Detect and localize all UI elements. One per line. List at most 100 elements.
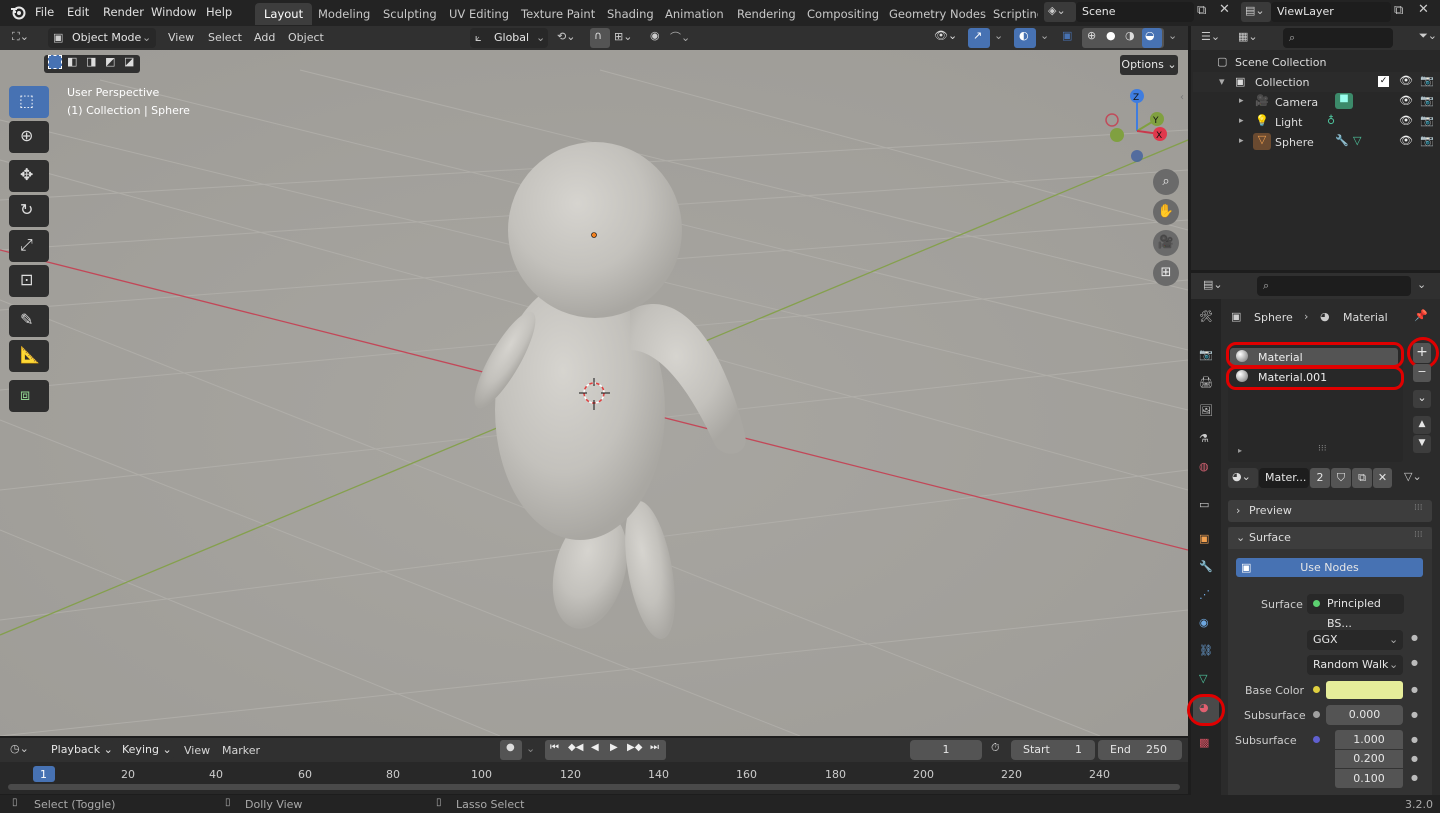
ortho-grid-icon[interactable]: ⊞	[1153, 260, 1179, 286]
gizmo-dropdown-icon[interactable]: ⌄	[994, 29, 1003, 42]
pin-icon[interactable]: 📌	[1414, 309, 1428, 322]
expand-arrow-icon[interactable]: ▾	[1219, 75, 1225, 88]
light-data-icon[interactable]: ♁	[1327, 114, 1335, 127]
outliner-row-sphere[interactable]: ▸ ▽ Sphere 🔧 ▽ 👁 📷	[1193, 132, 1440, 152]
subsurface-value-field[interactable]: 0.000	[1326, 705, 1403, 725]
fake-user-button[interactable]: ⛉	[1331, 468, 1351, 488]
navigation-gizmo[interactable]: Z Y X	[1102, 86, 1172, 166]
filter-icon[interactable]: ⏷⌄	[1419, 29, 1437, 43]
select-new-icon[interactable]	[48, 55, 62, 69]
radius-y-keyframe-dot[interactable]: ●	[1411, 754, 1418, 763]
unlink-material-button[interactable]: ✕	[1373, 468, 1392, 488]
select-box-tool[interactable]: ⬚	[9, 86, 49, 118]
end-frame-field[interactable]: End 250	[1098, 740, 1182, 760]
tab-rendering[interactable]: Rendering	[728, 3, 805, 25]
annotate-tool[interactable]: ✎	[9, 305, 49, 337]
outliner-row-camera[interactable]: ▸ 🎥 Camera ■ 👁 📷	[1193, 92, 1440, 112]
subsurface-radius-y-field[interactable]: 0.200	[1335, 750, 1403, 768]
remove-material-slot-button[interactable]: −	[1413, 364, 1431, 382]
tab-physics[interactable]: ◉	[1193, 612, 1219, 638]
add-cube-tool[interactable]: ⧈	[9, 380, 49, 412]
xray-icon[interactable]: ▣	[1062, 29, 1072, 42]
move-slot-up-button[interactable]: ▲	[1413, 416, 1431, 434]
delete-view-layer-icon[interactable]: ✕	[1418, 2, 1429, 17]
scene-selector-button[interactable]: ◈⌄	[1044, 2, 1076, 22]
tab-output[interactable]: 🖨	[1193, 372, 1219, 398]
select-intersect-icon[interactable]: ◪	[124, 55, 134, 68]
solid-shading-icon[interactable]: ●	[1106, 29, 1116, 42]
subsurface-method-dropdown[interactable]: Random Walk ⌄	[1307, 655, 1403, 675]
delete-scene-icon[interactable]: ✕	[1219, 2, 1230, 17]
properties-editor-type-icon[interactable]: ▤⌄	[1203, 278, 1223, 291]
start-frame-field[interactable]: Start 1	[1011, 740, 1095, 760]
surface-shader-selector[interactable]: Principled BS...	[1307, 594, 1404, 630]
list-expand-icon[interactable]: ▸	[1238, 446, 1242, 455]
base-color-socket-icon[interactable]	[1313, 686, 1320, 693]
outliner-row-collection[interactable]: ▾ ▣ Collection ✓ 👁 📷	[1193, 72, 1440, 92]
menu-render[interactable]: Render	[103, 5, 144, 19]
distribution-keyframe-dot[interactable]: ●	[1411, 633, 1418, 642]
radius-x-keyframe-dot[interactable]: ●	[1411, 735, 1418, 744]
camera-view-icon[interactable]: 🎥	[1153, 230, 1179, 256]
3d-viewport[interactable]: User Perspective (1) Collection | Sphere…	[0, 50, 1188, 736]
base-color-swatch[interactable]	[1326, 681, 1403, 699]
subsurface-keyframe-dot[interactable]: ●	[1411, 710, 1418, 719]
outliner-search-input[interactable]: ⌕	[1283, 28, 1393, 48]
timeline-menu-marker[interactable]: Marker	[222, 744, 260, 757]
stopwatch-icon[interactable]: ⏱	[991, 741, 1000, 755]
zoom-icon[interactable]: ⌕	[1153, 169, 1179, 195]
outliner-row-light[interactable]: ▸ 💡 Light ♁ 👁 📷	[1193, 112, 1440, 132]
timeline-menu-view[interactable]: View	[184, 744, 210, 757]
menu-help[interactable]: Help	[206, 5, 232, 19]
use-nodes-button[interactable]: ▣ Use Nodes	[1236, 558, 1423, 577]
render-camera-icon[interactable]: 📷	[1420, 74, 1434, 87]
tab-tool[interactable]: 🛠	[1193, 306, 1219, 332]
jump-keyframe-forward-icon[interactable]: ▶◆	[627, 742, 642, 753]
slot-specials-button[interactable]: ⌄	[1413, 390, 1431, 408]
new-scene-icon[interactable]: ⧉	[1197, 3, 1206, 18]
menu-file[interactable]: File	[35, 5, 54, 19]
distribution-dropdown[interactable]: GGX ⌄	[1307, 630, 1403, 650]
subsurface-radius-z-field[interactable]: 0.100	[1335, 769, 1403, 788]
playback-menu[interactable]: Playback ⌄	[45, 740, 115, 760]
modifier-wrench-icon[interactable]: 🔧	[1335, 134, 1349, 147]
tab-scripting[interactable]: Scripting	[984, 3, 1038, 25]
tab-compositing[interactable]: Compositing	[798, 3, 888, 25]
shading-dropdown-icon[interactable]: ⌄	[1168, 29, 1177, 42]
camera-data-icon[interactable]: ■	[1335, 93, 1353, 109]
snap-toggle[interactable]: ∩	[590, 28, 610, 48]
tab-texture[interactable]: ▩	[1193, 732, 1219, 758]
tab-sculpting[interactable]: Sculpting	[374, 3, 446, 25]
properties-search-input[interactable]: ⌕	[1257, 276, 1411, 296]
scene-name-field[interactable]: Scene	[1076, 2, 1194, 22]
visibility-eye-icon[interactable]: 👁	[1399, 94, 1413, 107]
surface-panel-header[interactable]: ⌄ Surface ⁞⁞⁞	[1228, 527, 1432, 549]
auto-keying-button[interactable]: ●	[500, 740, 522, 760]
move-slot-down-button[interactable]: ▼	[1413, 435, 1431, 453]
expand-arrow-icon[interactable]: ▸	[1239, 116, 1244, 126]
tab-render[interactable]: 📷	[1193, 344, 1219, 370]
material-name-field[interactable]: Mater...	[1259, 468, 1309, 488]
falloff-icon[interactable]: ⌒⌄	[670, 29, 690, 45]
move-tool[interactable]: ✥	[9, 160, 49, 192]
snap-target-icon[interactable]: ⊞⌄	[614, 30, 632, 43]
wireframe-shading-icon[interactable]: ⊕	[1087, 29, 1096, 42]
menu-window[interactable]: Window	[151, 5, 196, 19]
expand-arrow-icon[interactable]: ▸	[1239, 96, 1244, 106]
proportional-edit-icon[interactable]: ◉	[650, 29, 660, 42]
rendered-shading-button[interactable]: ◒	[1142, 28, 1162, 48]
jump-keyframe-back-icon[interactable]: ◆◀	[568, 742, 583, 753]
render-camera-icon[interactable]: 📷	[1420, 134, 1434, 147]
keying-dropdown-icon[interactable]: ⌄	[526, 742, 535, 755]
tab-data[interactable]: ▽	[1193, 668, 1219, 694]
render-camera-icon[interactable]: 📷	[1420, 94, 1434, 107]
outliner-row-scene-collection[interactable]: ▢ Scene Collection	[1193, 52, 1440, 72]
tab-constraints[interactable]: ⛓	[1193, 640, 1219, 666]
view-layer-selector-button[interactable]: ▤⌄	[1241, 2, 1271, 22]
tab-scene[interactable]: ⚗	[1193, 428, 1219, 454]
browse-material-button[interactable]: ◕⌄	[1228, 468, 1258, 488]
sidebar-toggle-icon[interactable]: ‹	[1180, 92, 1184, 103]
gizmo-toggle[interactable]: ↗	[968, 28, 990, 48]
view-layer-field[interactable]: ViewLayer	[1271, 2, 1391, 22]
tab-object[interactable]: ▣	[1193, 528, 1219, 554]
